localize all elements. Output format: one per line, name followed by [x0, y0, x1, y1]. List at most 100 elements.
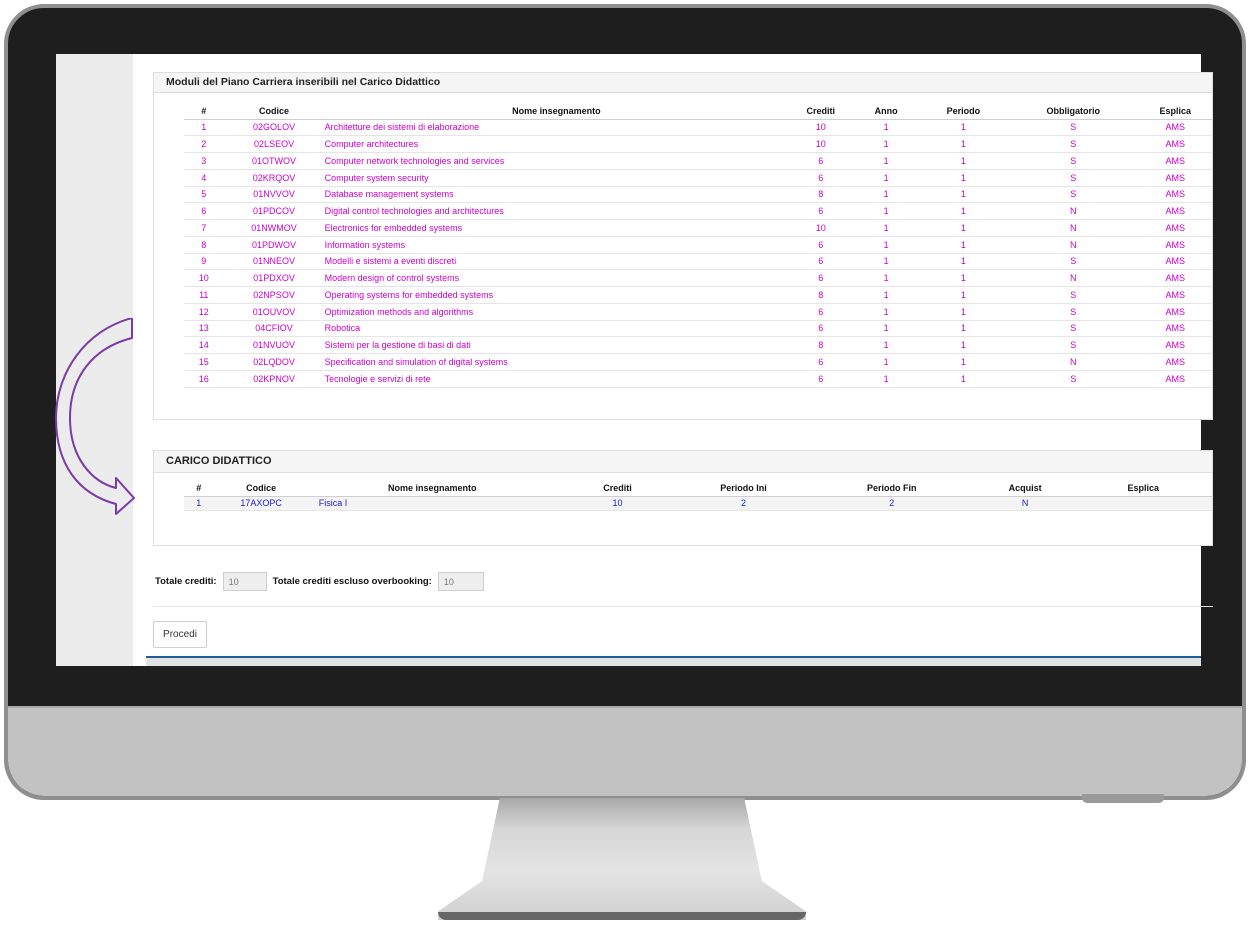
table-cell: 17AXOPC [213, 496, 309, 511]
table-cell: 6 [788, 370, 854, 388]
table-cell[interactable]: Modelli e sistemi a eventi discreti [324, 253, 789, 271]
table-cell[interactable]: Fisica I [308, 496, 556, 511]
table-cell: S [1007, 303, 1139, 321]
table-cell: 14 [184, 336, 224, 354]
table-cell: 1 [853, 152, 919, 170]
procedi-button[interactable]: Procedi [153, 621, 207, 648]
table-cell: N [1007, 269, 1139, 287]
table-cell[interactable]: Tecnologie e servizi di rete [324, 370, 789, 388]
carico-panel-title: CARICO DIDATTICO [154, 451, 1212, 473]
table-cell: 02GOLOV [223, 119, 325, 137]
table-cell: 1 [853, 303, 919, 321]
table-row[interactable]: 2 02LSEOV Computer architectures 10 1 1 S AMS [184, 135, 1212, 153]
table-cell[interactable]: Sistemi per la gestione di basi di dati [324, 336, 789, 354]
table-cell: S [1007, 320, 1139, 338]
table-cell: 02KPNOV [223, 370, 325, 388]
table-cell: N [1007, 236, 1139, 254]
table-cell: 10 [788, 119, 854, 137]
table-row[interactable]: 11 02NPSOV Operating systems for embedded … [184, 286, 1212, 304]
table-cell: 1 [853, 353, 919, 371]
table-cell[interactable]: Computer network technologies and servic… [324, 152, 789, 170]
col-header-codice: Codice [223, 104, 325, 120]
table-cell: 1 [918, 253, 1008, 271]
table-cell: 13 [184, 320, 224, 338]
table-cell: 2 [807, 496, 976, 511]
table-cell: 1 [853, 286, 919, 304]
table-cell: S [1007, 253, 1139, 271]
table-cell [1074, 496, 1212, 511]
table-cell: AMS [1138, 286, 1212, 304]
table-cell: 04CFIOV [223, 320, 325, 338]
table-cell[interactable]: Specification and simulation of digital … [324, 353, 789, 371]
table-cell[interactable]: Optimization methods and algorithms [324, 303, 789, 321]
table-cell: 1 [918, 353, 1008, 371]
table-cell: 8 [788, 186, 854, 204]
totale-crediti-label: Totale crediti: [155, 576, 217, 587]
table-row[interactable]: 7 01NWMOV Electronics for embedded systems… [184, 219, 1212, 237]
table-row[interactable]: 6 01PDCOV Digital control technologies and… [184, 202, 1212, 220]
col-header-codice: Codice [213, 481, 309, 497]
table-row[interactable]: 4 02KRQOV Computer system security 6 1 1 S AMS [184, 169, 1212, 187]
table-cell: 10 [788, 219, 854, 237]
table-cell: AMS [1138, 236, 1212, 254]
table-cell: 01NVUOV [223, 336, 325, 354]
table-cell[interactable]: Information systems [324, 236, 789, 254]
table-cell[interactable]: Electronics for embedded systems [324, 219, 789, 237]
col-header-periodo: Periodo [918, 104, 1008, 120]
table-cell[interactable]: Robotica [324, 320, 789, 338]
carico-header-row: # Codice Nome insegnamento Crediti Perio… [184, 481, 1212, 497]
moduli-panel: Moduli del Piano Carriera inseribili nel… [153, 72, 1213, 420]
totale-crediti-field[interactable] [222, 572, 267, 591]
table-row[interactable]: 3 01OTWOV Computer network technologies an… [184, 152, 1212, 170]
table-cell: S [1007, 119, 1139, 137]
table-cell: 6 [788, 320, 854, 338]
totale-overbooking-field[interactable] [437, 572, 484, 591]
table-cell: 8 [184, 236, 224, 254]
table-row[interactable]: 10 01PDXOV Modern design of control system… [184, 269, 1212, 287]
table-cell[interactable]: Computer architectures [324, 135, 789, 153]
col-header-periodo-ini: Periodo Ini [679, 481, 808, 497]
table-cell: AMS [1138, 119, 1212, 137]
table-cell: 11 [184, 286, 224, 304]
table-row[interactable]: 8 01PDWOV Information systems 6 1 1 N AMS [184, 236, 1212, 254]
screen-bottom-bar [146, 656, 1201, 658]
table-row[interactable]: 13 04CFIOV Robotica 6 1 1 S AMS [184, 320, 1212, 338]
table-cell: 8 [788, 336, 854, 354]
table-cell: 16 [184, 370, 224, 388]
table-cell: AMS [1138, 186, 1212, 204]
table-cell[interactable]: Database management systems [324, 186, 789, 204]
col-header-obbligatorio: Obbligatorio [1007, 104, 1139, 120]
table-cell[interactable]: Architetture dei sistemi di elaborazione [324, 119, 789, 137]
table-cell[interactable]: Computer system security [324, 169, 789, 187]
col-header-nome: Nome insegnamento [324, 104, 789, 120]
table-row[interactable]: 1 02GOLOV Architetture dei sistemi di elab… [184, 119, 1212, 137]
table-cell: 1 [853, 219, 919, 237]
table-row[interactable]: 5 01NVVOV Database management systems 8 1 1 S A… [184, 186, 1212, 204]
table-cell: 1 [853, 236, 919, 254]
table-cell: 02LQDOV [223, 353, 325, 371]
table-row[interactable]: 1 17AXOPC Fisica I 10 2 2 N [184, 496, 1212, 511]
curved-arrow-icon [55, 318, 135, 515]
divider [153, 606, 1213, 607]
table-cell: 1 [918, 303, 1008, 321]
table-row[interactable]: 12 01OUVOV Optimization methods and algori… [184, 303, 1212, 321]
table-cell: 9 [184, 253, 224, 271]
table-row[interactable]: 15 02LQDOV Specification and simulation of… [184, 353, 1212, 371]
table-cell: 3 [184, 152, 224, 170]
table-cell: 15 [184, 353, 224, 371]
table-row[interactable]: 9 01NNEOV Modelli e sistemi a eventi discr… [184, 253, 1212, 271]
table-cell[interactable]: Operating systems for embedded systems [324, 286, 789, 304]
table-cell[interactable]: Modern design of control systems [324, 269, 789, 287]
table-cell: 1 [184, 119, 224, 137]
table-cell: 1 [853, 186, 919, 204]
table-cell: 6 [788, 236, 854, 254]
table-row[interactable]: 16 02KPNOV Tecnologie e servizi di rete 6 1 1… [184, 370, 1212, 388]
table-cell: 01PDWOV [223, 236, 325, 254]
table-row[interactable]: 14 01NVUOV Sistemi per la gestione di basi… [184, 336, 1212, 354]
table-cell: AMS [1138, 219, 1212, 237]
table-cell[interactable]: Digital control technologies and archite… [324, 202, 789, 220]
table-cell: AMS [1138, 353, 1212, 371]
table-cell: 1 [918, 169, 1008, 187]
table-cell: 6 [788, 202, 854, 220]
carico-panel: CARICO DIDATTICO # Codice Nome insegname… [153, 450, 1213, 546]
